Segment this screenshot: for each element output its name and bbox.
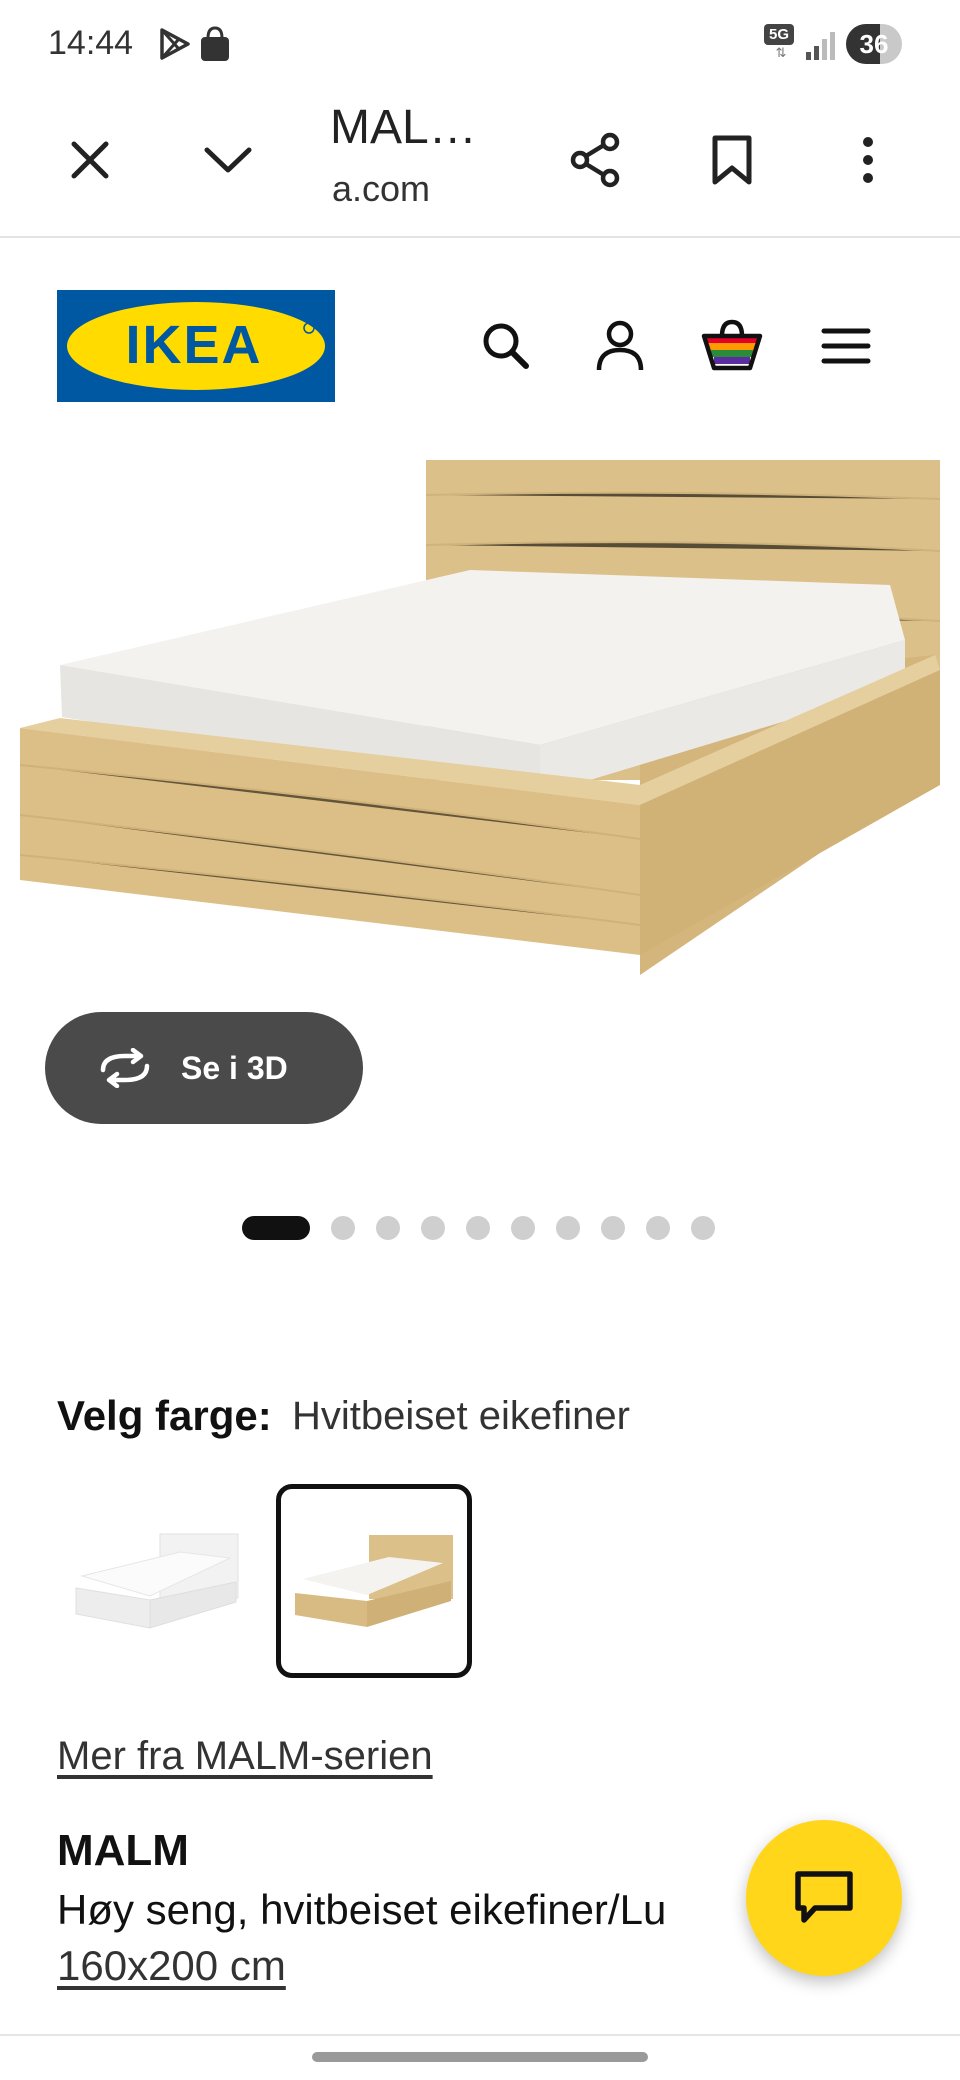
menu-button[interactable] (810, 310, 882, 382)
product-description: Høy seng, hvitbeiset eikefiner/Lu (57, 1886, 667, 1933)
play-store-icon (160, 28, 190, 60)
product-size-link[interactable]: 160x200 cm (57, 1942, 286, 1990)
more-options-button[interactable] (828, 120, 908, 200)
selected-color-value: Hvitbeiset eikefiner (292, 1394, 630, 1438)
pagination-dot-1[interactable] (242, 1216, 310, 1240)
bookmark-icon (712, 135, 752, 185)
close-icon (71, 141, 109, 179)
signal-icon (806, 32, 835, 60)
share-button[interactable] (556, 120, 636, 200)
network-5g-icon: 5G ⇅ (764, 24, 798, 62)
pagination-dot-4[interactable] (421, 1216, 445, 1240)
cart-button[interactable] (696, 310, 768, 382)
browser-toolbar: MAL… a.com (0, 90, 960, 238)
color-swatch-white-stained-oak[interactable] (276, 1484, 472, 1678)
page-domain[interactable]: a.com (332, 168, 430, 210)
product-name: MALM (57, 1826, 189, 1875)
series-link[interactable]: Mer fra MALM-serien (57, 1734, 433, 1779)
pagination-dot-7[interactable] (556, 1216, 580, 1240)
oak-bed-thumbnail (295, 1535, 453, 1627)
ikea-logo-text: IKEA (125, 315, 262, 375)
ikea-logo[interactable]: IKEA (57, 290, 335, 402)
pagination-dot-2[interactable] (331, 1216, 355, 1240)
color-label: Velg farge: (57, 1392, 272, 1439)
pagination-dot-8[interactable] (601, 1216, 625, 1240)
more-vert-icon (863, 137, 873, 183)
page-title[interactable]: MAL… (330, 100, 477, 155)
pagination-dot-3[interactable] (376, 1216, 400, 1240)
share-icon (570, 132, 620, 188)
search-button[interactable] (470, 310, 542, 382)
status-bar: 14:44 5G ⇅ 36 (0, 0, 960, 90)
bookmark-button[interactable] (692, 120, 772, 200)
pagination-dot-10[interactable] (691, 1216, 715, 1240)
account-icon (596, 320, 644, 371)
view-3d-label: Se i 3D (181, 1049, 288, 1086)
view-3d-button[interactable]: Se i 3D (45, 1012, 363, 1124)
white-bed-thumbnail (75, 1533, 239, 1629)
gesture-nav-bar[interactable] (312, 2052, 648, 2062)
color-swatch-white[interactable] (60, 1484, 256, 1678)
pagination-dot-5[interactable] (466, 1216, 490, 1240)
bottom-divider (0, 2034, 960, 2036)
battery-indicator: 36 (846, 24, 902, 64)
image-pagination (242, 1216, 736, 1240)
pagination-dot-6[interactable] (511, 1216, 535, 1240)
product-image-bed[interactable] (0, 455, 960, 975)
pagination-dot-9[interactable] (646, 1216, 670, 1240)
shopping-bag-icon (201, 26, 229, 61)
close-tab-button[interactable] (50, 120, 130, 200)
search-icon (483, 323, 529, 369)
chat-button[interactable] (746, 1820, 902, 1976)
minimize-button[interactable] (188, 120, 268, 200)
account-button[interactable] (584, 310, 656, 382)
cart-icon (701, 319, 763, 371)
status-time: 14:44 (48, 24, 134, 62)
menu-icon (821, 328, 871, 364)
rotate-3d-icon (100, 1048, 150, 1088)
chevron-down-icon (204, 147, 252, 173)
chat-icon (795, 1871, 853, 1923)
